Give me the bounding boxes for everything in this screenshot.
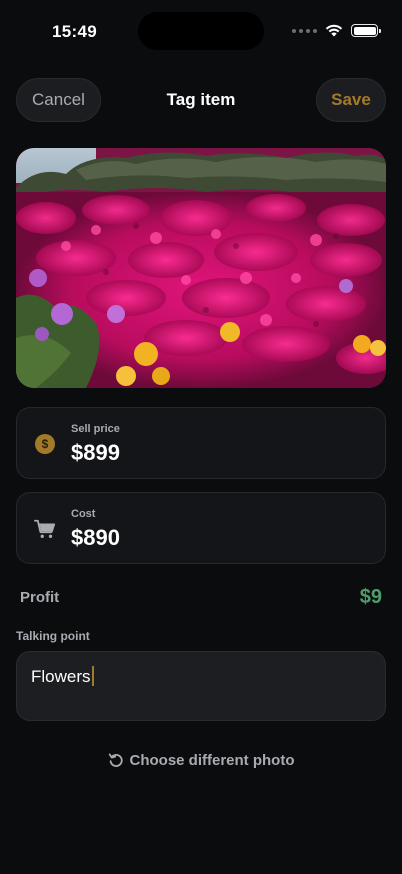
cancel-button[interactable]: Cancel xyxy=(16,78,101,122)
status-time: 15:49 xyxy=(52,22,97,41)
save-button[interactable]: Save xyxy=(316,78,386,122)
choose-different-photo-label: Choose different photo xyxy=(129,751,295,769)
battery-icon xyxy=(351,24,381,37)
choose-different-photo-button[interactable]: Choose different photo xyxy=(0,748,402,772)
profit-label: Profit xyxy=(20,589,60,606)
tag-item-screen: 15:49 Cancel Tag item Save $ Sell price … xyxy=(0,0,402,874)
rotate-icon xyxy=(108,753,123,767)
item-photo xyxy=(16,148,386,388)
sell-price-card[interactable]: $ Sell price $899 xyxy=(16,407,386,479)
sell-price-value: $899 xyxy=(71,440,120,466)
dollar-coin-icon: $ xyxy=(35,434,55,454)
cost-value: $890 xyxy=(71,525,120,551)
dynamic-island xyxy=(138,12,264,50)
talking-point-value: Flowers xyxy=(31,667,91,686)
status-indicators xyxy=(292,24,381,37)
text-caret xyxy=(91,666,94,686)
wifi-icon xyxy=(325,24,343,37)
talking-point-input[interactable]: Flowers xyxy=(16,651,386,721)
cost-label: Cost xyxy=(71,508,96,520)
cost-card[interactable]: Cost $890 xyxy=(16,492,386,564)
sell-price-currency: $ xyxy=(71,440,84,465)
talking-point-label: Talking point xyxy=(16,629,90,643)
nav-bar: Cancel Tag item Save xyxy=(16,78,386,122)
cost-amount: 890 xyxy=(83,525,120,550)
profit-value: $9 xyxy=(359,586,382,608)
signal-icon xyxy=(292,28,317,33)
sell-price-amount: 899 xyxy=(83,440,120,465)
cost-currency: $ xyxy=(71,525,84,550)
sell-price-label: Sell price xyxy=(71,423,120,435)
status-bar: 15:49 xyxy=(0,0,402,58)
cart-icon xyxy=(34,519,56,538)
